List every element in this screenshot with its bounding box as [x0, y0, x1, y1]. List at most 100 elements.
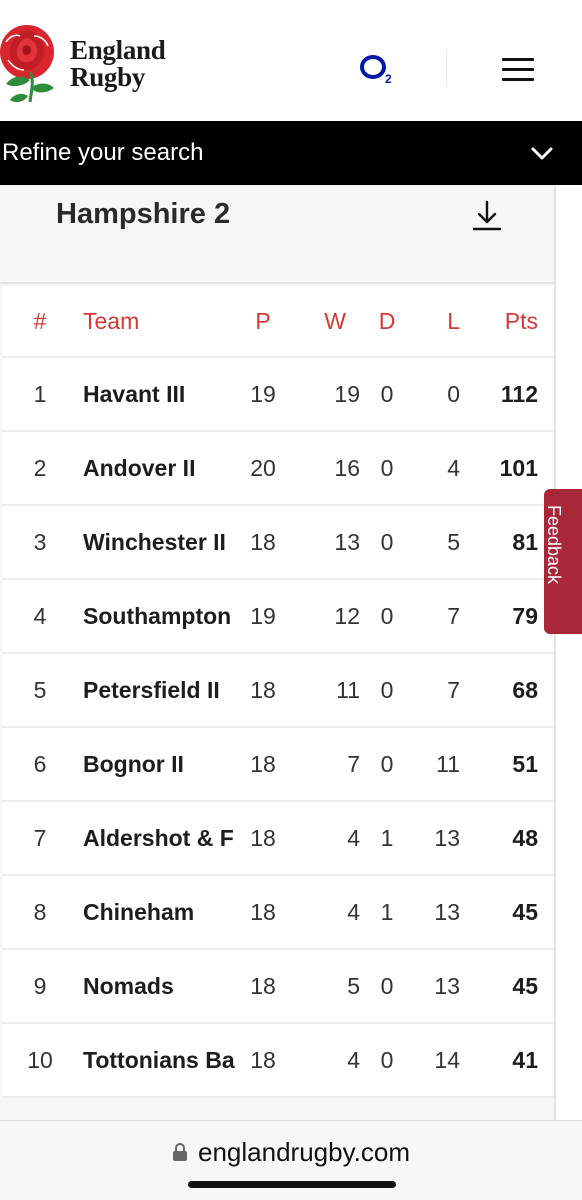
table-header-row: # Team P W D L Pts	[2, 286, 554, 358]
table-body: 1 Havant III 19 19 0 0 112 2 Andover II 20 16 0 4 101…	[2, 358, 554, 1098]
url-text: englandrugby.com	[198, 1136, 410, 1167]
team-name-cell[interactable]: Nomads	[83, 950, 238, 1022]
home-indicator[interactable]	[188, 1181, 396, 1188]
table-row[interactable]: 9 Nomads 18 5 0 13 45	[2, 950, 554, 1024]
drawn-cell: 0	[380, 454, 394, 481]
table-row[interactable]: 10 Tottonians Ba 18 4 0 14 41	[2, 1024, 554, 1098]
site-header: England Rugby 2	[0, 0, 582, 121]
table-row[interactable]: 2 Andover II 20 16 0 4 101	[2, 432, 554, 506]
team-name-cell[interactable]: Aldershot & F	[83, 802, 238, 874]
league-header: Hampshire 2	[0, 185, 554, 284]
header-divider	[446, 50, 447, 86]
points-cell: 51	[512, 750, 538, 777]
column-header-points[interactable]: Pts	[468, 286, 538, 356]
won-cell: 16	[334, 454, 360, 481]
team-name-cell[interactable]: Chineham	[83, 876, 238, 948]
table-row[interactable]: 3 Winchester II 18 13 0 5 81	[2, 506, 554, 580]
browser-address-bar: englandrugby.com	[0, 1120, 582, 1200]
table-row[interactable]: 5 Petersfield II 18 11 0 7 68	[2, 654, 554, 728]
column-header-team[interactable]: Team	[83, 286, 238, 356]
download-icon[interactable]	[472, 199, 502, 233]
league-title: Hampshire 2	[56, 198, 231, 230]
feedback-tab[interactable]: Feedback	[544, 489, 582, 634]
played-cell: 18	[250, 972, 276, 999]
drawn-cell: 0	[380, 602, 394, 629]
lost-cell: 13	[434, 898, 460, 925]
played-cell: 19	[250, 602, 276, 629]
rank-cell: 2	[33, 454, 47, 481]
won-cell: 7	[347, 750, 360, 777]
rank-cell: 3	[33, 528, 47, 555]
team-name-cell[interactable]: Havant III	[83, 358, 238, 430]
drawn-cell: 1	[380, 824, 394, 851]
team-name-cell[interactable]: Bognor II	[83, 728, 238, 800]
table-row[interactable]: 4 Southampton 19 12 0 7 79	[2, 580, 554, 654]
o2-logo[interactable]: 2	[358, 52, 398, 86]
drawn-cell: 0	[380, 972, 394, 999]
played-cell: 18	[250, 1046, 276, 1073]
won-cell: 5	[347, 972, 360, 999]
chevron-down-icon	[531, 147, 553, 160]
lost-cell: 4	[447, 454, 460, 481]
svg-text:2: 2	[385, 72, 392, 86]
table-row[interactable]: 8 Chineham 18 4 1 13 45	[2, 876, 554, 950]
points-cell: 101	[499, 454, 538, 481]
refine-search-bar[interactable]: Refine your search	[0, 121, 582, 185]
points-cell: 45	[512, 898, 538, 925]
refine-search-label: Refine your search	[2, 139, 204, 166]
table-row[interactable]: 7 Aldershot & F 18 4 1 13 48	[2, 802, 554, 876]
league-table: # Team P W D L Pts 1 Havant III 19 19 0 0 112 2…	[2, 286, 554, 1098]
lost-cell: 14	[434, 1046, 460, 1073]
lost-cell: 7	[447, 676, 460, 703]
team-name-cell[interactable]: Winchester II	[83, 506, 238, 578]
rank-cell: 8	[33, 898, 47, 925]
played-cell: 18	[250, 824, 276, 851]
column-header-rank[interactable]: #	[2, 286, 78, 356]
column-header-lost[interactable]: L	[416, 286, 460, 356]
lost-cell: 5	[447, 528, 460, 555]
lost-cell: 11	[436, 750, 460, 777]
points-cell: 81	[512, 528, 538, 555]
url-field[interactable]: englandrugby.com	[0, 1135, 582, 1169]
rank-cell: 6	[33, 750, 47, 777]
points-cell: 41	[512, 1046, 538, 1073]
rank-cell: 5	[33, 676, 47, 703]
won-cell: 4	[347, 898, 360, 925]
feedback-label: Feedback	[544, 505, 564, 585]
lost-cell: 7	[447, 602, 460, 629]
drawn-cell: 1	[380, 898, 394, 925]
points-cell: 68	[512, 676, 538, 703]
column-header-won[interactable]: W	[302, 286, 346, 356]
won-cell: 4	[347, 824, 360, 851]
points-cell: 45	[512, 972, 538, 999]
won-cell: 12	[334, 602, 360, 629]
played-cell: 18	[250, 898, 276, 925]
hamburger-icon	[502, 58, 534, 61]
rank-cell: 1	[33, 380, 47, 407]
table-row[interactable]: 1 Havant III 19 19 0 0 112	[2, 358, 554, 432]
england-rugby-logo[interactable]: England Rugby	[70, 35, 166, 92]
rank-cell: 9	[33, 972, 47, 999]
logo-line-1: England	[70, 35, 166, 65]
drawn-cell: 0	[380, 750, 394, 777]
lost-cell: 13	[434, 972, 460, 999]
rank-cell: 4	[33, 602, 47, 629]
played-cell: 20	[250, 454, 276, 481]
hamburger-menu-button[interactable]	[500, 55, 536, 83]
lock-icon	[173, 1143, 187, 1161]
team-name-cell[interactable]: Southampton	[83, 580, 238, 652]
column-header-drawn[interactable]: D	[366, 286, 408, 356]
team-name-cell[interactable]: Andover II	[83, 432, 238, 504]
won-cell: 11	[336, 676, 360, 703]
lost-cell: 0	[447, 380, 460, 407]
table-row[interactable]: 6 Bognor II 18 7 0 11 51	[2, 728, 554, 802]
logo-line-2: Rugby	[70, 62, 146, 92]
played-cell: 18	[250, 676, 276, 703]
won-cell: 13	[334, 528, 360, 555]
england-rose-icon[interactable]	[0, 16, 60, 112]
points-cell: 112	[500, 380, 538, 407]
column-header-played[interactable]: P	[240, 286, 286, 356]
team-name-cell[interactable]: Tottonians Ba	[83, 1024, 238, 1096]
lost-cell: 13	[434, 824, 460, 851]
team-name-cell[interactable]: Petersfield II	[83, 654, 238, 726]
